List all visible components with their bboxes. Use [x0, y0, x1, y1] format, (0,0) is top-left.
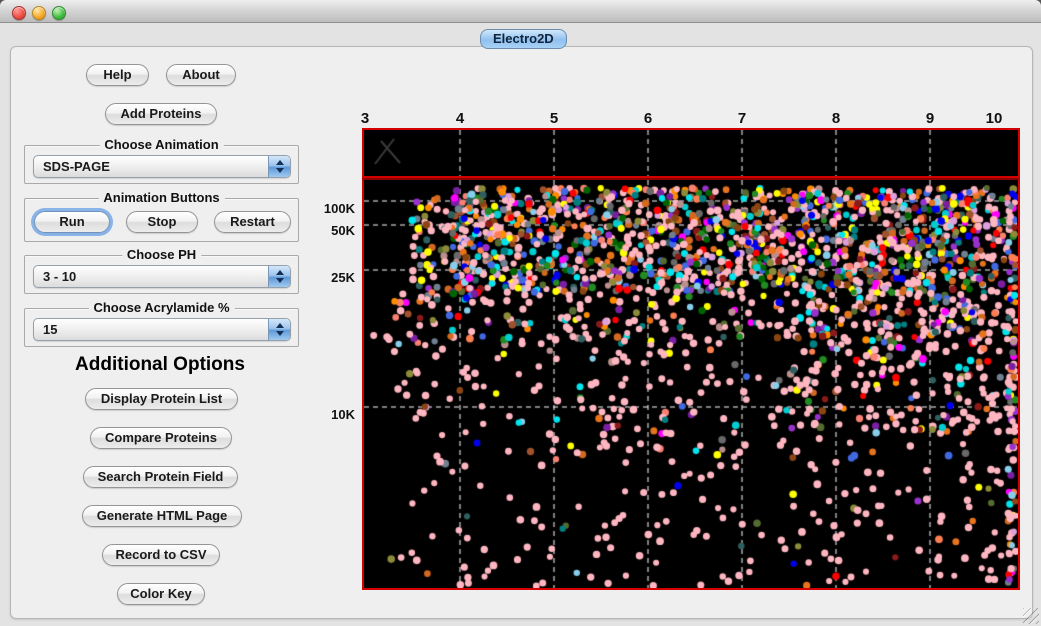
choose-ph-title: Choose PH	[121, 247, 202, 262]
ph-tick-label: 9	[925, 110, 935, 127]
ph-tick-label: 3	[360, 110, 370, 127]
mw-tick-label: 10K	[331, 407, 355, 422]
combobox-stepper-icon[interactable]	[268, 156, 290, 177]
choose-animation-group: Choose Animation SDS-PAGE	[24, 137, 299, 184]
ph-tick-label: 5	[549, 110, 559, 127]
restart-button[interactable]: Restart	[214, 211, 291, 233]
stop-button[interactable]: Stop	[126, 211, 198, 233]
ph-combobox-value: 3 - 10	[43, 269, 77, 284]
window-titlebar	[0, 0, 1041, 23]
ph-tick-label: 8	[831, 110, 841, 127]
ief-strip-canvas	[364, 130, 1018, 176]
tab-electro2d[interactable]: Electro2D	[480, 29, 567, 49]
combobox-stepper-icon[interactable]	[268, 266, 290, 287]
choose-ph-group: Choose PH 3 - 10	[24, 247, 299, 294]
acrylamide-combobox[interactable]: 15	[33, 318, 291, 341]
choose-acrylamide-title: Choose Acrylamide %	[88, 300, 235, 315]
animation-buttons-title: Animation Buttons	[98, 190, 225, 205]
electro2d-window: Electro2D Help About Add Proteins Choose…	[0, 0, 1041, 626]
compare-proteins-button[interactable]: Compare Proteins	[90, 427, 232, 449]
animation-combobox-value: SDS-PAGE	[43, 159, 110, 174]
run-button[interactable]: Run	[34, 211, 110, 233]
animation-combobox[interactable]: SDS-PAGE	[33, 155, 291, 178]
additional-options-heading: Additional Options	[75, 354, 245, 375]
resize-grip-icon[interactable]	[1023, 608, 1039, 624]
search-protein-field-button[interactable]: Search Protein Field	[83, 466, 238, 488]
gel-plot-canvas[interactable]	[364, 180, 1018, 588]
color-key-button[interactable]: Color Key	[117, 583, 205, 605]
ief-strip	[362, 128, 1020, 178]
gel-plot[interactable]	[362, 178, 1020, 590]
ph-tick-label: 7	[737, 110, 747, 127]
mw-tick-label: 100K	[323, 201, 355, 216]
mw-tick-label: 25K	[331, 270, 355, 285]
record-to-csv-button[interactable]: Record to CSV	[102, 544, 220, 566]
mw-axis: 100K 50K 25K 10K	[298, 0, 358, 626]
ph-tick-label: 4	[455, 110, 465, 127]
choose-acrylamide-group: Choose Acrylamide % 15	[24, 300, 299, 347]
add-proteins-button[interactable]: Add Proteins	[105, 103, 217, 125]
ph-tick-label: 10	[985, 110, 1003, 127]
zoom-window-icon[interactable]	[52, 6, 66, 20]
minimize-window-icon[interactable]	[32, 6, 46, 20]
ph-tick-label: 6	[643, 110, 653, 127]
close-window-icon[interactable]	[12, 6, 26, 20]
mw-tick-label: 50K	[331, 223, 355, 238]
ph-axis: 3 4 5 6 7 8 9 10	[360, 110, 1022, 128]
generate-html-page-button[interactable]: Generate HTML Page	[82, 505, 242, 527]
ph-combobox[interactable]: 3 - 10	[33, 265, 291, 288]
help-button[interactable]: Help	[86, 64, 149, 86]
choose-animation-title: Choose Animation	[99, 137, 224, 152]
about-button[interactable]: About	[166, 64, 236, 86]
combobox-stepper-icon[interactable]	[268, 319, 290, 340]
display-protein-list-button[interactable]: Display Protein List	[85, 388, 238, 410]
acrylamide-combobox-value: 15	[43, 322, 58, 337]
animation-buttons-group: Animation Buttons Run Stop Restart	[24, 190, 299, 242]
